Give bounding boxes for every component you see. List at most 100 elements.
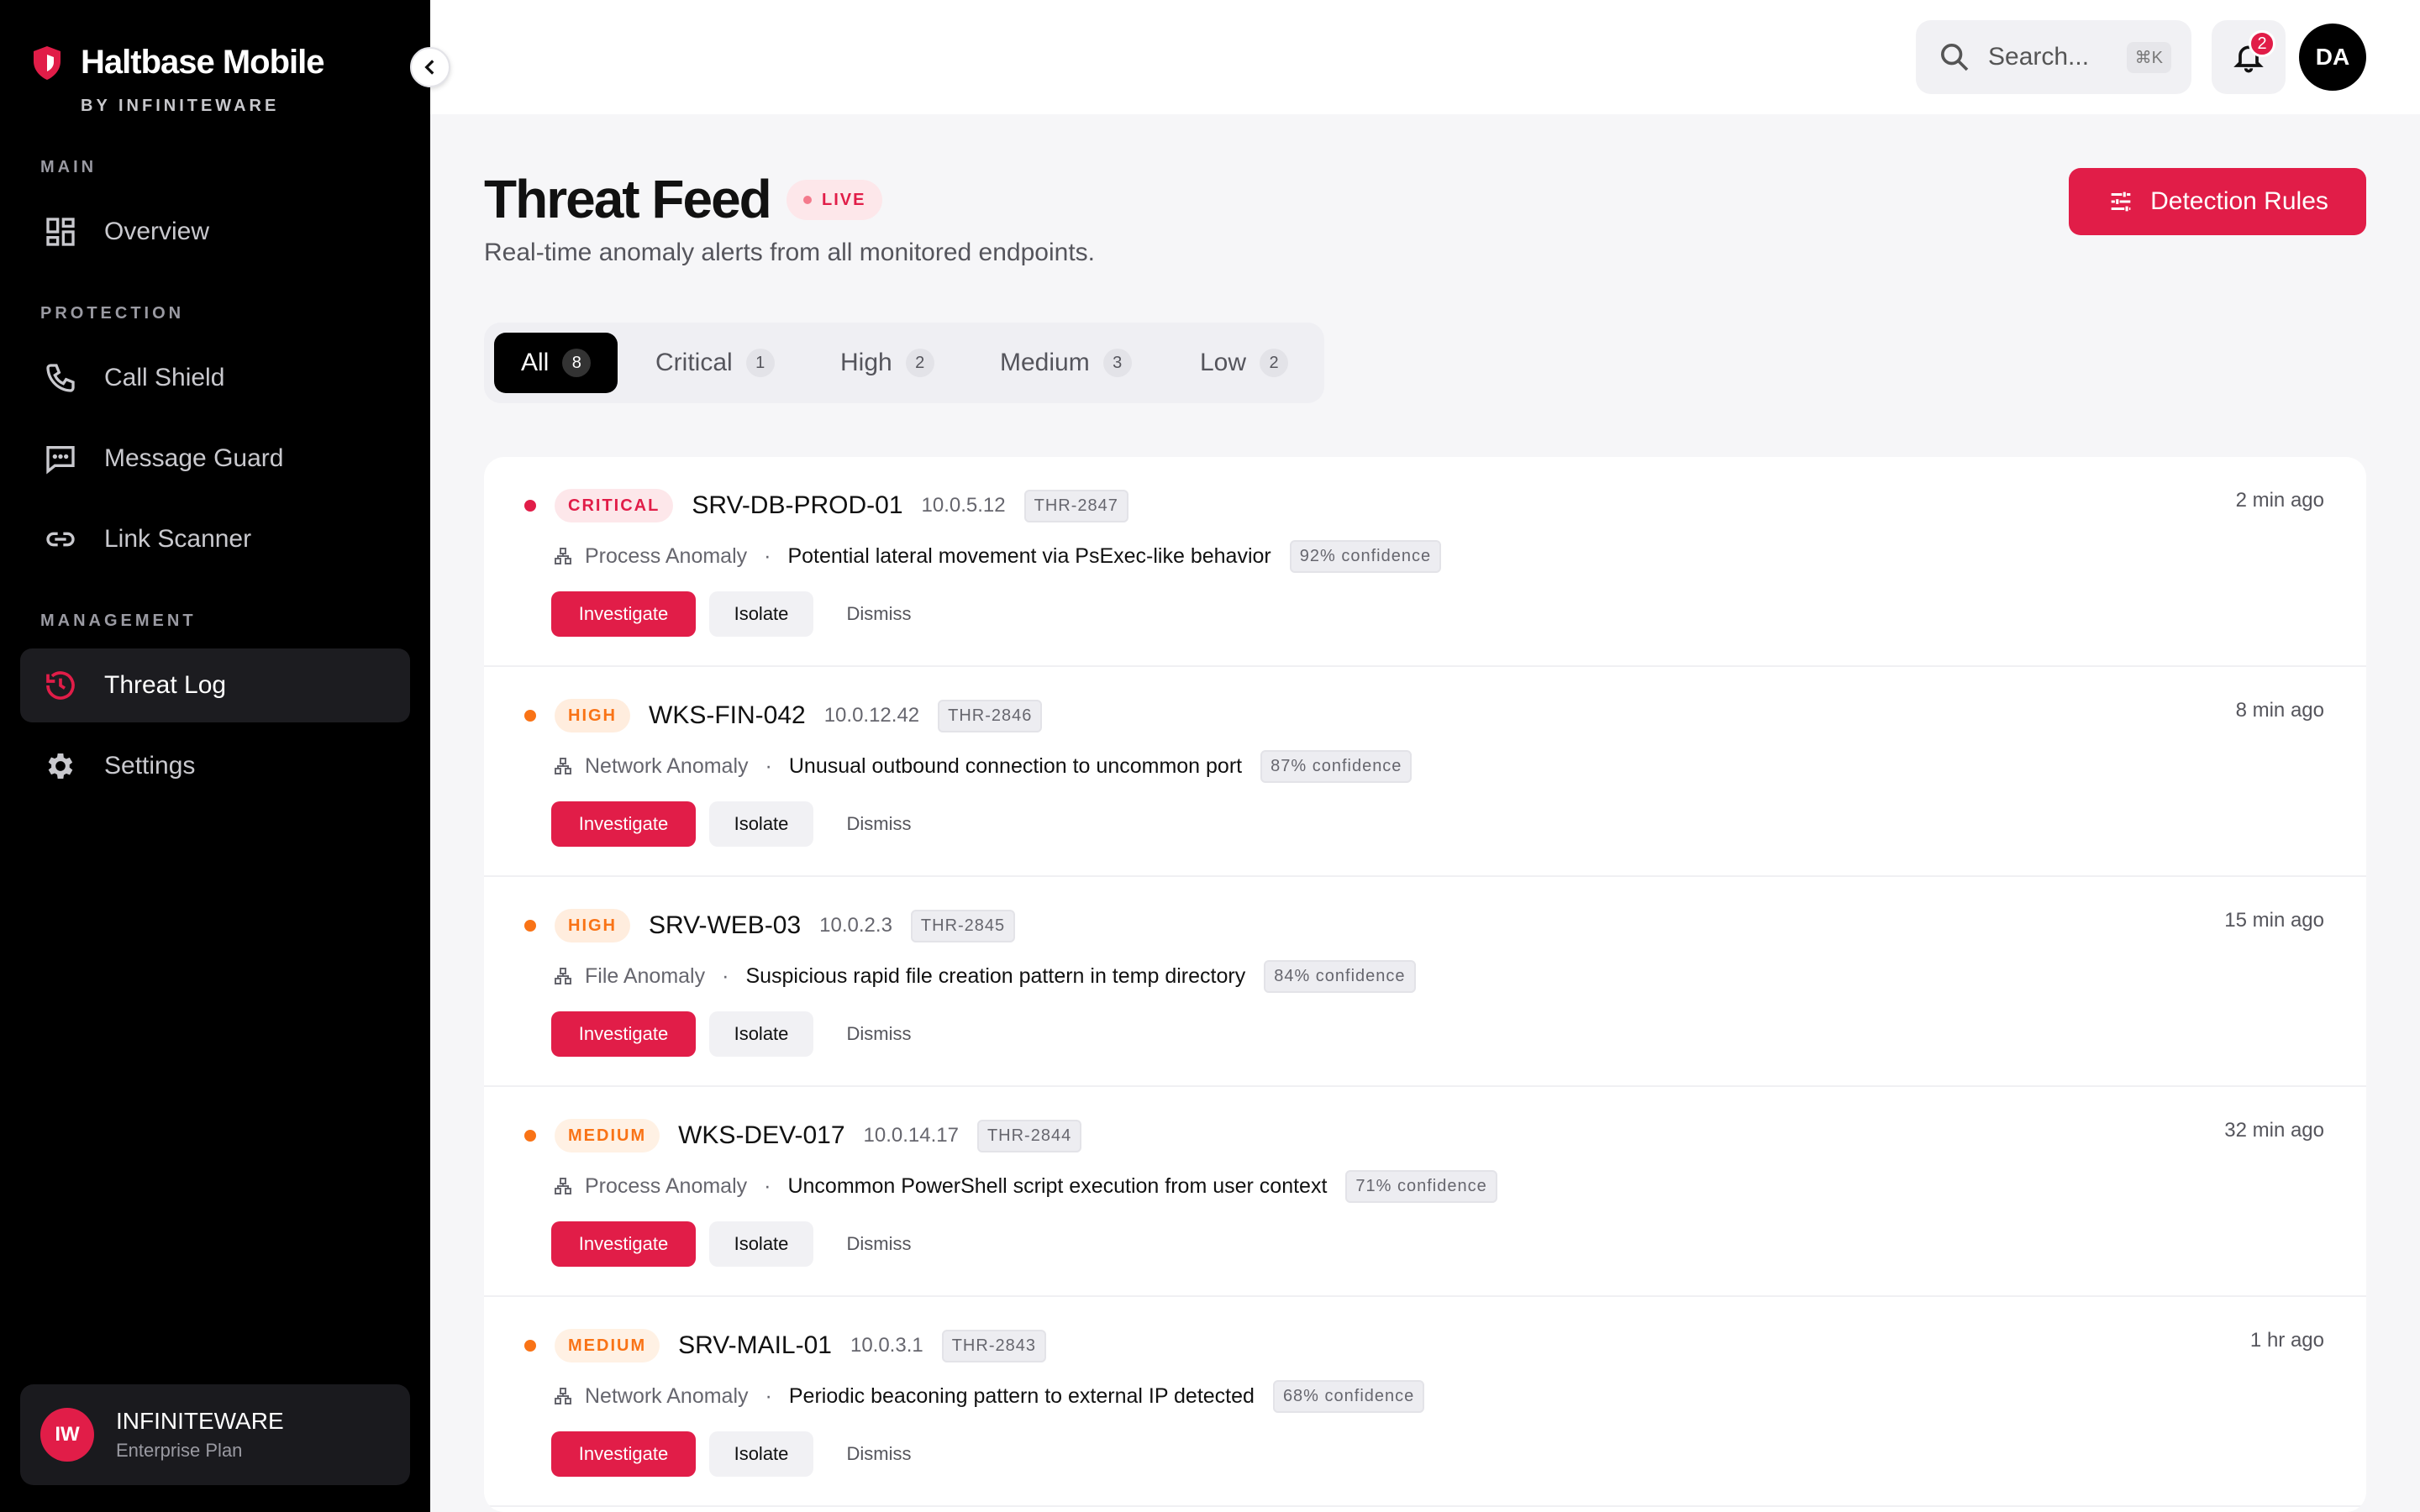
dismiss-button[interactable]: Dismiss xyxy=(827,591,931,637)
severity-dot-icon xyxy=(524,710,536,722)
isolate-button[interactable]: Isolate xyxy=(709,1431,813,1477)
host-ip: 10.0.5.12 xyxy=(921,494,1006,517)
isolate-button[interactable]: Isolate xyxy=(709,591,813,637)
chevron-left-icon xyxy=(424,60,434,75)
host-ip: 10.0.2.3 xyxy=(819,914,892,937)
live-label: LIVE xyxy=(822,190,866,209)
isolate-button[interactable]: Isolate xyxy=(709,801,813,847)
sidebar-item-call-shield[interactable]: Call Shield xyxy=(20,341,410,415)
severity-badge: MEDIUM xyxy=(555,1329,660,1362)
threat-row[interactable]: MEDIUM WKS-DEV-017 10.0.14.17 THR-2844 3… xyxy=(484,1087,2366,1297)
tab-count: 1 xyxy=(745,349,775,377)
live-dot-icon xyxy=(803,196,812,204)
host-name: SRV-DB-PROD-01 xyxy=(692,491,903,519)
sidebar-collapse-button[interactable] xyxy=(410,47,450,87)
anomaly-category: Network Anomaly xyxy=(585,753,749,778)
severity-filter-tabs: All 8 Critical 1 High 2 Medium 3 Low 2 xyxy=(484,323,1324,403)
anomaly-category-icon xyxy=(555,548,571,564)
host-name: WKS-DEV-017 xyxy=(678,1121,845,1149)
threat-description: Unusual outbound connection to uncommon … xyxy=(788,753,1243,778)
threat-row[interactable]: MEDIUM SRV-MAIL-01 10.0.3.1 THR-2843 1 h… xyxy=(484,1297,2366,1507)
sidebar-item-overview[interactable]: Overview xyxy=(20,195,410,269)
detection-rules-button[interactable]: Detection Rules xyxy=(2069,168,2366,235)
host-name: WKS-FIN-042 xyxy=(649,701,806,729)
isolate-button[interactable]: Isolate xyxy=(709,1011,813,1057)
severity-badge: CRITICAL xyxy=(555,489,674,522)
message-icon xyxy=(42,440,79,477)
threat-description: Suspicious rapid file creation pattern i… xyxy=(745,963,1246,988)
tab-low[interactable]: Low 2 xyxy=(1173,333,1315,393)
sidebar-item-label: Call Shield xyxy=(104,364,225,391)
dismiss-button[interactable]: Dismiss xyxy=(827,801,931,847)
anomaly-category: Process Anomaly xyxy=(585,543,748,568)
notification-count-badge: 2 xyxy=(2249,30,2275,57)
sliders-icon xyxy=(2111,192,2131,212)
isolate-button[interactable]: Isolate xyxy=(709,1221,813,1267)
tab-medium[interactable]: Medium 3 xyxy=(973,333,1159,393)
tab-all[interactable]: All 8 xyxy=(494,333,618,393)
brand-subtitle: BY INFINITEWARE xyxy=(81,97,280,115)
host-ip: 10.0.14.17 xyxy=(863,1124,959,1147)
threat-id: THR-2847 xyxy=(1023,489,1128,522)
sidebar-item-message-guard[interactable]: Message Guard xyxy=(20,422,410,496)
dismiss-button[interactable]: Dismiss xyxy=(827,1011,931,1057)
gear-icon xyxy=(42,748,79,785)
sidebar-item-label: Threat Log xyxy=(104,671,227,699)
threat-time: 15 min ago xyxy=(2224,909,2324,932)
search-placeholder: Search... xyxy=(1988,43,2090,71)
sidebar-item-label: Settings xyxy=(104,752,196,780)
threat-id: THR-2845 xyxy=(910,909,1016,942)
confidence-badge: 87% confidence xyxy=(1260,749,1413,783)
threat-row[interactable]: CRITICAL SRV-DB-PROD-01 10.0.5.12 THR-28… xyxy=(484,457,2366,667)
grid-icon xyxy=(42,213,79,250)
severity-badge: HIGH xyxy=(555,699,630,732)
nav-section-protection: PROTECTION xyxy=(40,304,185,323)
search-input[interactable]: Search... ⌘K xyxy=(1916,20,2191,94)
phone-icon xyxy=(42,360,79,396)
tab-high[interactable]: High 2 xyxy=(813,333,961,393)
threat-description: Periodic beaconing pattern to external I… xyxy=(788,1383,1255,1408)
sidebar-item-link-scanner[interactable]: Link Scanner xyxy=(20,502,410,576)
host-name: SRV-MAIL-01 xyxy=(678,1331,832,1359)
separator-dot: · xyxy=(765,1383,772,1408)
threat-row[interactable]: HIGH SRV-WEB-03 10.0.2.3 THR-2845 15 min… xyxy=(484,877,2366,1087)
dismiss-button[interactable]: Dismiss xyxy=(827,1221,931,1267)
brand-name: Haltbase Mobile xyxy=(81,44,325,81)
investigate-button[interactable]: Investigate xyxy=(551,1431,696,1477)
investigate-button[interactable]: Investigate xyxy=(551,1221,696,1267)
detection-rules-label: Detection Rules xyxy=(2150,187,2328,215)
tab-critical[interactable]: Critical 1 xyxy=(629,333,802,393)
sidebar-item-threat-log[interactable]: Threat Log xyxy=(20,648,410,722)
user-avatar[interactable]: DA xyxy=(2299,24,2366,91)
separator-dot: · xyxy=(764,1173,771,1198)
investigate-button[interactable]: Investigate xyxy=(551,1011,696,1057)
investigate-button[interactable]: Investigate xyxy=(551,591,696,637)
notifications-button[interactable]: 2 xyxy=(2212,20,2286,94)
search-shortcut: ⌘K xyxy=(2126,41,2171,73)
dismiss-button[interactable]: Dismiss xyxy=(827,1431,931,1477)
confidence-badge: 92% confidence xyxy=(1289,539,1442,573)
severity-dot-icon xyxy=(524,500,536,512)
shield-logo-icon xyxy=(34,45,60,80)
account-card[interactable]: IW INFINITEWARE Enterprise Plan xyxy=(20,1384,410,1485)
link-icon xyxy=(42,521,79,558)
investigate-button[interactable]: Investigate xyxy=(551,801,696,847)
anomaly-category: Process Anomaly xyxy=(585,1173,748,1198)
host-name: SRV-WEB-03 xyxy=(649,911,802,939)
tab-label: High xyxy=(840,349,892,376)
tab-count: 2 xyxy=(1260,349,1289,377)
nav-section-management: MANAGEMENT xyxy=(40,612,197,630)
sidebar-item-settings[interactable]: Settings xyxy=(20,729,410,803)
history-icon xyxy=(42,667,79,704)
severity-dot-icon xyxy=(524,920,536,932)
sidebar-item-label: Link Scanner xyxy=(104,525,252,553)
nav-section-main: MAIN xyxy=(40,158,97,176)
tab-label: Medium xyxy=(1000,349,1090,376)
threat-row[interactable]: HIGH WKS-FIN-042 10.0.12.42 THR-2846 8 m… xyxy=(484,667,2366,877)
anomaly-category-icon xyxy=(555,968,571,984)
account-name: INFINITEWARE xyxy=(116,1408,284,1434)
live-badge: LIVE xyxy=(786,180,883,220)
anomaly-category: File Anomaly xyxy=(585,963,706,988)
anomaly-category-icon xyxy=(555,758,571,774)
tab-count: 3 xyxy=(1102,349,1132,377)
